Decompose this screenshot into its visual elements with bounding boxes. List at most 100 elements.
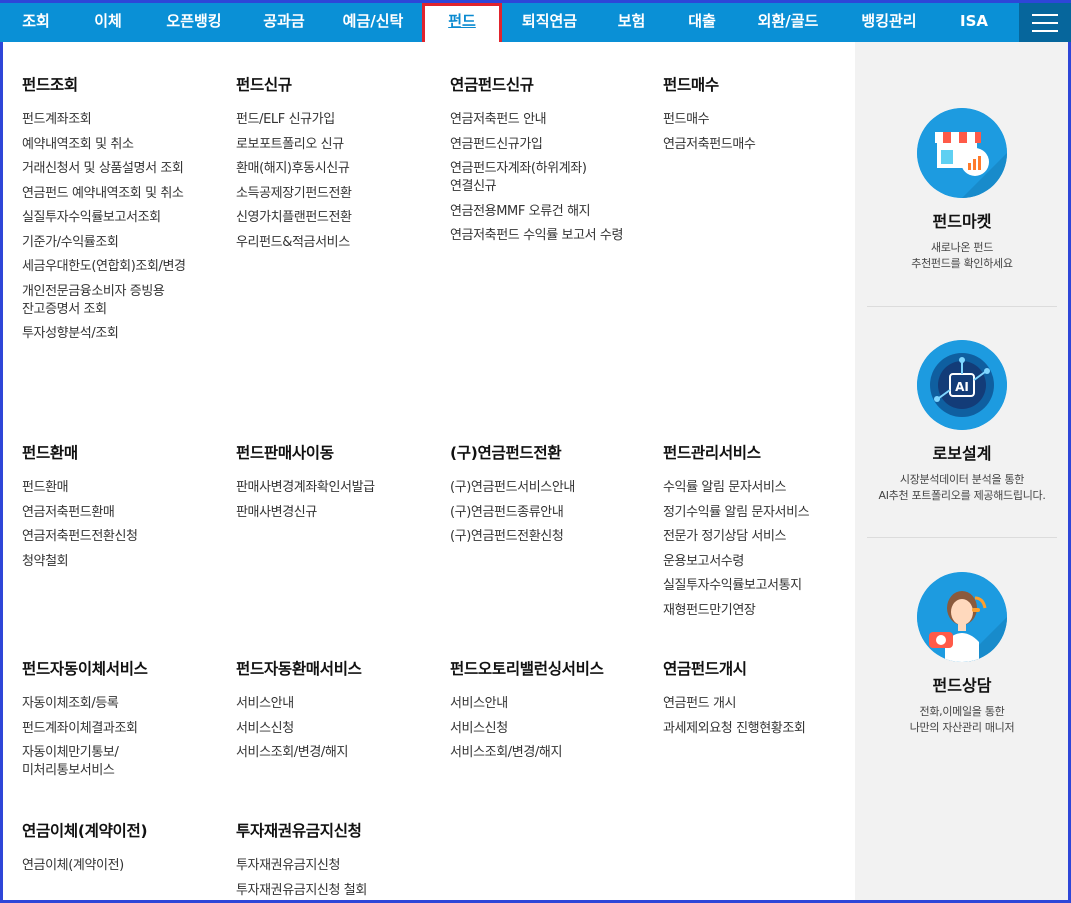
menu-group-title[interactable]: 펀드자동이체서비스: [22, 660, 202, 678]
menu-link[interactable]: 연금저축펀드매수: [663, 136, 843, 154]
menu-group: 펀드관리서비스수익률 알림 문자서비스정기수익률 알림 문자서비스전문가 정기상…: [663, 444, 843, 626]
promo-desc-line: 추천펀드를 확인하세요: [911, 257, 1013, 270]
menu-link[interactable]: 수익률 알림 문자서비스: [663, 479, 843, 497]
menu-group-title[interactable]: 펀드판매사이동: [236, 444, 416, 462]
nav-tab-0[interactable]: 조회: [0, 3, 72, 42]
menu-link[interactable]: 환매(해지)후동시신규: [236, 160, 416, 178]
menu-link[interactable]: 정기수익률 알림 문자서비스: [663, 504, 843, 522]
menu-group: 펀드매수 펀드매수 연금저축펀드매수: [663, 76, 843, 160]
menu-group-title[interactable]: 펀드신규: [236, 76, 416, 94]
menu-link[interactable]: 서비스안내: [236, 695, 416, 713]
nav-tab-1[interactable]: 이체: [72, 3, 144, 42]
menu-link[interactable]: 투자성향분석/조회: [22, 325, 202, 343]
menu-link[interactable]: 자동이체조회/등록: [22, 695, 202, 713]
menu-link[interactable]: 펀드계좌이체결과조회: [22, 720, 202, 738]
nav-tab-10[interactable]: 뱅킹관리: [838, 3, 940, 42]
divider: [867, 537, 1057, 538]
menu-link[interactable]: 실질투자수익률보고서조회: [22, 209, 202, 227]
menu-link[interactable]: 세금우대한도(연합회)조회/변경: [22, 258, 202, 276]
menu-link[interactable]: 판매사변경신규: [236, 504, 416, 522]
nav-tab-4[interactable]: 예금/신탁: [324, 3, 422, 42]
nav-tab-5[interactable]: 펀드: [422, 3, 502, 45]
promo-desc-line: 새로나온 펀드: [930, 241, 994, 254]
promo-desc: 새로나온 펀드 추천펀드를 확인하세요: [867, 240, 1057, 272]
promo-desc-line: 시장분석데이터 분석을 통한: [899, 473, 1025, 486]
menu-link[interactable]: 실질투자수익률보고서통지: [663, 577, 843, 595]
nav-tab-3[interactable]: 공과금: [244, 3, 324, 42]
nav-tab-6[interactable]: 퇴직연금: [502, 3, 597, 42]
menu-group-title[interactable]: 연금펀드신규: [450, 76, 630, 94]
menu-link[interactable]: 투자재권유금지신청 철회: [236, 882, 416, 900]
menu-group: 연금이체(계약이전) 연금이체(계약이전): [22, 822, 202, 882]
menu-link[interactable]: 개인전문금융소비자 증빙용 잔고증명서 조회: [22, 283, 202, 319]
nav-tab-9[interactable]: 외환/골드: [738, 3, 838, 42]
menu-link[interactable]: 펀드매수: [663, 111, 843, 129]
fund-market-promo[interactable]: 펀드마켓 새로나온 펀드 추천펀드를 확인하세요: [867, 108, 1057, 272]
fund-market-icon: [917, 108, 1007, 198]
menu-link[interactable]: 자동이체만기통보/미처리통보서비스: [22, 744, 202, 780]
menu-link[interactable]: (구)연금펀드전환신청: [450, 528, 630, 546]
menu-link[interactable]: 서비스신청: [236, 720, 416, 738]
menu-group-title[interactable]: (구)연금펀드전환: [450, 444, 630, 462]
menu-link[interactable]: 청약철회: [22, 553, 202, 571]
menu-group-title[interactable]: 펀드환매: [22, 444, 202, 462]
nav-tab-11[interactable]: ISA: [940, 3, 1008, 42]
menu-link[interactable]: (구)연금펀드종류안내: [450, 504, 630, 522]
menu-group-title[interactable]: 펀드오토리밸런싱서비스: [450, 660, 630, 678]
menu-link[interactable]: 우리펀드&적금서비스: [236, 234, 416, 252]
menu-group-title[interactable]: 펀드관리서비스: [663, 444, 843, 462]
menu-link[interactable]: 서비스신청: [450, 720, 630, 738]
menu-link[interactable]: 연금저축펀드 수익률 보고서 수령: [450, 227, 630, 245]
menu-group: 펀드자동이체서비스자동이체조회/등록펀드계좌이체결과조회자동이체만기통보/미처리…: [22, 660, 202, 787]
menu-group-title[interactable]: 연금이체(계약이전): [22, 822, 202, 840]
menu-link[interactable]: (구)연금펀드서비스안내: [450, 479, 630, 497]
promo-desc-line: 전화,이메일을 통한: [919, 705, 1005, 718]
menu-link[interactable]: 연금펀드 개시: [663, 695, 843, 713]
menu-link[interactable]: 과세제외요청 진행현황조회: [663, 720, 843, 738]
menu-link[interactable]: 연금펀드신규가입: [450, 136, 630, 154]
nav-tab-2[interactable]: 오픈뱅킹: [144, 3, 244, 42]
menu-link[interactable]: 재형펀드만기연장: [663, 602, 843, 620]
menu-link[interactable]: 서비스조회/변경/해지: [236, 744, 416, 762]
menu-link[interactable]: 연금펀드자계좌(하위계좌)연결신규: [450, 160, 630, 196]
menu-link[interactable]: 판매사변경계좌확인서발급: [236, 479, 416, 497]
menu-link[interactable]: 운용보고서수령: [663, 553, 843, 571]
menu-group-title[interactable]: 펀드조회: [22, 76, 202, 94]
nav-tab-8[interactable]: 대출: [666, 3, 738, 42]
menu-link[interactable]: 전문가 정기상담 서비스: [663, 528, 843, 546]
menu-link[interactable]: 연금펀드 예약내역조회 및 취소: [22, 185, 202, 203]
menu-link[interactable]: 펀드환매: [22, 479, 202, 497]
promo-desc-line: AI추천 포트폴리오를 제공해드립니다.: [878, 489, 1046, 502]
menu-link[interactable]: 서비스안내: [450, 695, 630, 713]
menu-group: 펀드오토리밸런싱서비스서비스안내서비스신청서비스조회/변경/해지: [450, 660, 630, 769]
consultant-icon: [917, 572, 1007, 662]
menu-group: 펀드판매사이동판매사변경계좌확인서발급판매사변경신규: [236, 444, 416, 528]
menu-group-title[interactable]: 펀드매수: [663, 76, 843, 94]
top-nav: 조회 이체 오픈뱅킹 공과금 예금/신탁 펀드 퇴직연금 보험 대출 외환/골드 뱅킹관리 ISA: [0, 0, 1071, 45]
robo-design-promo[interactable]: AI 로보설계 시장분석데이터 분석을 통한 AI추천 포트폴리오를 제공해드립…: [867, 340, 1057, 504]
menu-link[interactable]: 연금저축펀드전환신청: [22, 528, 202, 546]
menu-link[interactable]: 예약내역조회 및 취소: [22, 136, 202, 154]
hamburger-menu-icon[interactable]: [1019, 3, 1071, 42]
menu-link[interactable]: 연금저축펀드환매: [22, 504, 202, 522]
menu-group-title[interactable]: 투자재권유금지신청: [236, 822, 416, 840]
nav-tab-7[interactable]: 보험: [597, 3, 666, 42]
menu-link[interactable]: 연금저축펀드 안내: [450, 111, 630, 129]
menu-link[interactable]: 펀드계좌조회: [22, 111, 202, 129]
menu-link[interactable]: 연금전용MMF 오류건 해지: [450, 203, 630, 221]
fund-consult-promo[interactable]: 펀드상담 전화,이메일을 통한 나만의 자산관리 매니저: [867, 572, 1057, 736]
menu-link[interactable]: 서비스조회/변경/해지: [450, 744, 630, 762]
menu-link[interactable]: 거래신청서 및 상품설명서 조회: [22, 160, 202, 178]
menu-link[interactable]: 신영가치플랜펀드전환: [236, 209, 416, 227]
menu-link[interactable]: 기준가/수익률조회: [22, 234, 202, 252]
menu-group: 투자재권유금지신청 투자재권유금지신청 투자재권유금지신청 철회: [236, 822, 416, 903]
menu-link[interactable]: 투자재권유금지신청: [236, 857, 416, 875]
menu-link[interactable]: 로보포트폴리오 신규: [236, 136, 416, 154]
menu-group: 펀드조회펀드계좌조회예약내역조회 및 취소거래신청서 및 상품설명서 조회연금펀…: [22, 76, 202, 350]
menu-link[interactable]: 소득공제장기펀드전환: [236, 185, 416, 203]
menu-group-title[interactable]: 펀드자동환매서비스: [236, 660, 416, 678]
menu-group-title[interactable]: 연금펀드개시: [663, 660, 843, 678]
menu-link[interactable]: 연금이체(계약이전): [22, 857, 202, 875]
menu-link[interactable]: 펀드/ELF 신규가입: [236, 111, 416, 129]
menu-group: 연금펀드신규연금저축펀드 안내연금펀드신규가입연금펀드자계좌(하위계좌)연결신규…: [450, 76, 630, 252]
